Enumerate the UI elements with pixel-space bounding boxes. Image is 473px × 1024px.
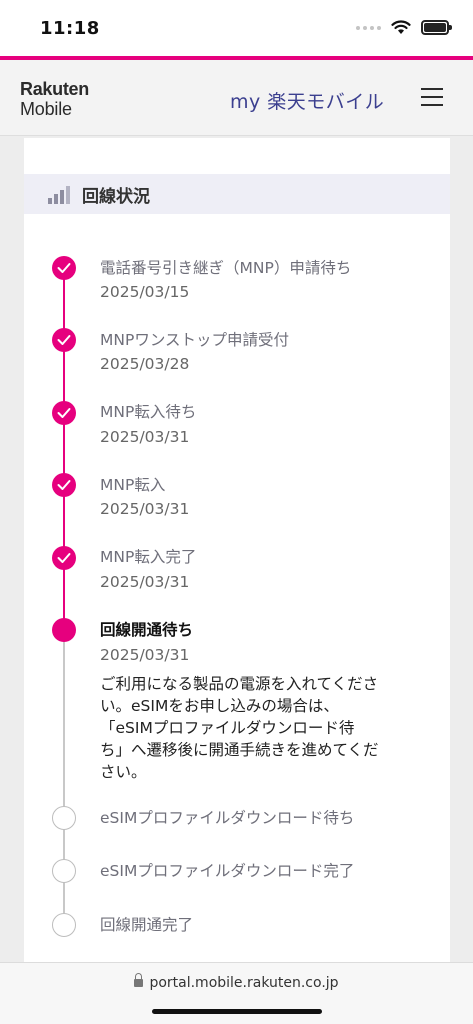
step-check-icon — [52, 546, 76, 570]
step-description-line: い。eSIMをお申し込みの場合は、 — [100, 697, 339, 715]
step-label: eSIMプロファイルダウンロード完了 — [100, 862, 355, 880]
app-header: Rakuten Mobile my 楽天モバイル — [0, 60, 473, 136]
battery-icon — [421, 20, 452, 35]
step-description-line: ご利用になる製品の電源を入れてくださ — [100, 675, 379, 693]
wifi-icon — [391, 20, 411, 34]
step-current-dot — [52, 618, 76, 642]
step-description-line: 「eSIMプロファイルダウンロード待 — [100, 719, 355, 737]
step-label: MNPワンストップ申請受付 — [100, 331, 290, 349]
step-pending-circle — [52, 806, 76, 830]
line-status-card: 回線状況 電話番号引き継ぎ（MNP）申請待ち 2025/03/15 MNPワンス… — [24, 138, 450, 962]
status-bar: 11:18 — [0, 0, 473, 58]
step-description-line: ち」へ遷移後に開通手続きを進めてくだ — [100, 741, 379, 759]
step-description-line: さい。 — [100, 763, 147, 781]
step-pending-circle — [52, 913, 76, 937]
step-date: 2025/03/15 — [100, 283, 190, 301]
logo-bottom-text: Mobile — [20, 99, 72, 119]
status-icons — [356, 20, 452, 35]
step-check-icon — [52, 328, 76, 352]
logo-top-text: Rakuten — [20, 79, 89, 99]
step-check-icon — [52, 401, 76, 425]
hamburger-menu-icon[interactable] — [421, 88, 443, 106]
step-date: 2025/03/31 — [100, 646, 190, 664]
step-label: 回線開通完了 — [100, 916, 194, 934]
step-label-current: 回線開通待ち — [100, 621, 194, 639]
app-title[interactable]: my 楽天モバイル — [230, 87, 384, 114]
step-date: 2025/03/31 — [100, 428, 190, 446]
status-time: 11:18 — [40, 18, 100, 39]
step-date: 2025/03/31 — [100, 500, 190, 518]
step-pending-circle — [52, 859, 76, 883]
browser-address-bar[interactable]: portal.mobile.rakuten.co.jp — [0, 962, 473, 1024]
home-indicator[interactable] — [152, 1009, 322, 1014]
step-date: 2025/03/28 — [100, 355, 190, 373]
cellular-signal-icon — [356, 25, 381, 30]
url-text: portal.mobile.rakuten.co.jp — [149, 975, 339, 991]
lock-icon — [134, 973, 144, 988]
step-label: MNP転入 — [100, 476, 166, 494]
step-check-icon — [52, 256, 76, 280]
rakuten-mobile-logo[interactable]: Rakuten Mobile — [20, 80, 89, 120]
url-display[interactable]: portal.mobile.rakuten.co.jp — [0, 973, 473, 991]
step-date: 2025/03/31 — [100, 573, 190, 591]
step-label: 電話番号引き継ぎ（MNP）申請待ち — [100, 259, 352, 277]
step-check-icon — [52, 473, 76, 497]
step-label: MNP転入完了 — [100, 548, 197, 566]
step-label: MNP転入待ち — [100, 403, 197, 421]
step-label: eSIMプロファイルダウンロード待ち — [100, 809, 355, 827]
status-timeline: 電話番号引き継ぎ（MNP）申請待ち 2025/03/15 MNPワンストップ申請… — [24, 138, 450, 962]
